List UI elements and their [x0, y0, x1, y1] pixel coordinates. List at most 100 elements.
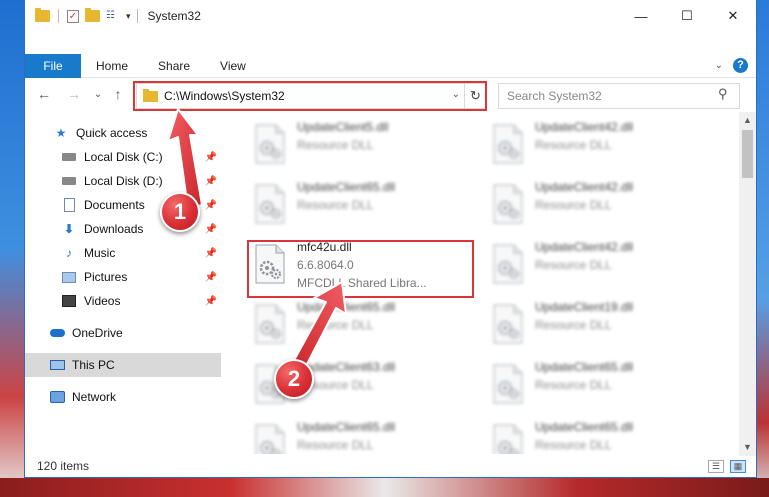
file-tile[interactable]: UpdateClient65.dll Resource DLL [485, 418, 711, 454]
quick-access-toolbar: ✓ ☷ ▾ [25, 8, 131, 23]
file-tile-mfc42u[interactable]: mfc42u.dll 6.6.8064.0 MFCDLL Shared Libra.… [247, 238, 473, 294]
customize-toolbar-chevron-icon[interactable]: ▾ [126, 11, 131, 22]
sidebar-item-pictures[interactable]: Pictures 📌 [25, 265, 221, 289]
onedrive-icon [49, 326, 65, 340]
expand-ribbon-chevron-icon[interactable]: ⌄ [715, 60, 723, 71]
up-arrow-icon[interactable]: ↑ [109, 86, 127, 102]
disk-icon [61, 150, 77, 164]
help-icon[interactable]: ? [733, 58, 748, 73]
folder-icon [143, 88, 158, 102]
file-description: Resource DLL [297, 138, 374, 152]
file-tile[interactable]: UpdateClient65.dll Resource DLL [247, 418, 473, 454]
back-arrow-icon[interactable]: ← [35, 86, 53, 102]
dll-file-icon [253, 424, 287, 454]
sidebar-item-label: Videos [84, 294, 121, 308]
view-switcher: ☰ ▦ [708, 460, 746, 473]
toolbar-divider [58, 9, 59, 23]
desktop-background-left [0, 0, 24, 497]
sidebar-item-this-pc[interactable]: This PC [25, 353, 221, 377]
file-tile[interactable]: UpdateClient65.dll Resource DLL [247, 178, 473, 234]
file-tile[interactable]: UpdateClient19.dll Resource DLL [485, 298, 711, 354]
ribbon-tabs: File Home Share View [25, 54, 261, 78]
file-description: Resource DLL [535, 258, 612, 272]
scroll-down-arrow-icon[interactable]: ▼ [739, 439, 756, 456]
pin-icon[interactable]: 📌 [205, 176, 217, 187]
pin-icon[interactable]: 📌 [205, 272, 217, 283]
dll-file-icon [253, 184, 287, 224]
recent-locations-chevron-icon[interactable]: ⌄ [89, 89, 107, 100]
sidebar-item-local-disk-d[interactable]: Local Disk (D:) 📌 [25, 169, 221, 193]
navigation-pane: ★ Quick access Local Disk (C:) 📌 Local D… [25, 118, 221, 448]
maximize-button[interactable]: ☐ [664, 0, 710, 32]
window-title: System32 [147, 9, 201, 23]
file-description: Resource DLL [535, 318, 612, 332]
sidebar-item-onedrive[interactable]: OneDrive [25, 321, 221, 345]
file-tile[interactable]: UpdateClient42.dll Resource DLL [485, 178, 711, 234]
downloads-icon: ⬇ [63, 222, 75, 236]
new-folder-icon[interactable] [85, 8, 100, 22]
address-history-chevron-icon[interactable]: ⌄ [452, 89, 460, 100]
file-description: Resource DLL [535, 378, 612, 392]
pin-icon[interactable]: 📌 [205, 296, 217, 307]
file-name: mfc42u.dll [297, 240, 352, 254]
file-description: MFCDLL Shared Libra... [297, 276, 427, 290]
title-bar: ✓ ☷ ▾ System32 — ☐ ✕ [25, 0, 756, 32]
folder-icon [35, 8, 50, 22]
pin-icon[interactable]: 📌 [205, 224, 217, 235]
scroll-thumb[interactable] [742, 130, 753, 178]
sidebar-item-label: Pictures [84, 270, 128, 284]
pin-icon[interactable]: 📌 [205, 152, 217, 163]
minimize-button[interactable]: — [618, 0, 664, 32]
star-icon: ★ [55, 126, 67, 140]
file-description: Resource DLL [297, 198, 374, 212]
close-button[interactable]: ✕ [710, 0, 756, 32]
file-description: Resource DLL [297, 318, 374, 332]
item-count: 120 items [37, 459, 90, 473]
dll-file-icon [491, 184, 525, 224]
tab-home[interactable]: Home [81, 54, 143, 78]
details-view-icon[interactable]: ☰ [708, 460, 724, 473]
pin-icon[interactable]: 📌 [205, 200, 217, 211]
file-tile[interactable]: UpdateClient42.dll Resource DLL [485, 238, 711, 294]
dll-file-icon [491, 424, 525, 454]
address-path[interactable]: C:\Windows\System32 [164, 89, 285, 103]
file-explorer-window: ✓ ☷ ▾ System32 — ☐ ✕ File Home Share Vie… [24, 0, 757, 478]
this-pc-icon [49, 358, 65, 372]
tab-share[interactable]: Share [143, 54, 205, 78]
file-name: UpdateClient65.dll [535, 420, 634, 434]
file-name: UpdateClient42.dll [535, 240, 634, 254]
file-tile[interactable]: UpdateClient65.dll Resource DLL [485, 358, 711, 414]
file-name: UpdateClient65.dll [535, 360, 634, 374]
address-bar[interactable]: C:\Windows\System32 ⌄ [136, 83, 465, 109]
sidebar-item-network[interactable]: Network [25, 385, 221, 409]
properties-list-icon[interactable]: ☷ [106, 10, 120, 22]
sidebar-item-label: Music [84, 246, 116, 260]
tab-view[interactable]: View [205, 54, 261, 78]
sidebar-item-label: Documents [84, 198, 145, 212]
forward-arrow-icon[interactable]: → [65, 86, 83, 102]
sidebar-item-label: This PC [72, 358, 115, 372]
sidebar-item-local-disk-c[interactable]: Local Disk (C:) 📌 [25, 145, 221, 169]
sidebar-item-music[interactable]: ♪ Music 📌 [25, 241, 221, 265]
refresh-button[interactable]: ↻ [465, 83, 487, 109]
sidebar-item-quick-access[interactable]: ★ Quick access [25, 121, 221, 145]
sidebar-item-videos[interactable]: Videos 📌 [25, 289, 221, 313]
search-icon[interactable]: ⚲ [718, 86, 748, 102]
navigation-row: ← → ⌄ ↑ C:\Windows\System32 ⌄ ↻ Search S… [25, 81, 756, 111]
pin-icon[interactable]: 📌 [205, 248, 217, 259]
tab-file[interactable]: File [25, 54, 81, 78]
tiles-view-icon[interactable]: ▦ [730, 460, 746, 473]
file-tile[interactable]: UpdateClient42.dll Resource DLL [485, 118, 711, 174]
file-tile[interactable]: UpdateClient5.dll Resource DLL [247, 118, 473, 174]
search-input[interactable]: Search System32 [498, 83, 740, 109]
file-tile[interactable]: UpdateClient65.dll Resource DLL [247, 298, 473, 354]
properties-check-icon[interactable]: ✓ [67, 9, 79, 23]
sidebar-item-label: Network [72, 390, 117, 404]
documents-icon [61, 198, 77, 212]
step-1-badge: 1 [160, 192, 200, 232]
sidebar-item-label: Local Disk (C:) [84, 150, 163, 164]
scroll-up-arrow-icon[interactable]: ▲ [739, 112, 756, 129]
vertical-scrollbar[interactable]: ▲ ▼ [739, 112, 756, 456]
file-name: UpdateClient42.dll [535, 120, 634, 134]
status-bar: 120 items ☰ ▦ [25, 456, 756, 477]
